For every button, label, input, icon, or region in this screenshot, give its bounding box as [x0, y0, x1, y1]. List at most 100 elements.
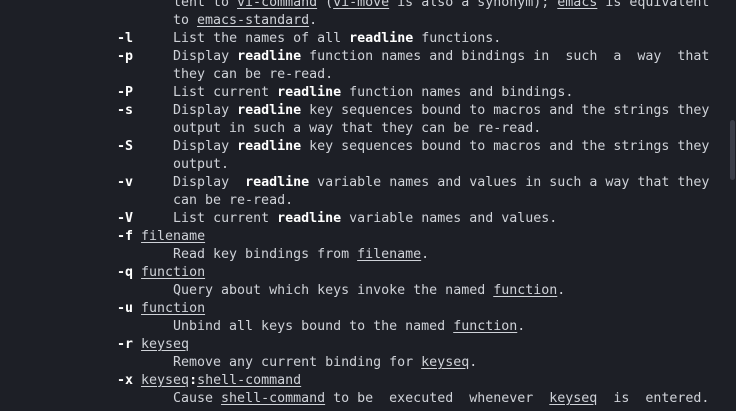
text-segment: .: [517, 319, 526, 334]
text-line: -p Display readline function names and b…: [117, 48, 709, 66]
underlined-text: vi-move: [333, 0, 390, 10]
text-line: -x keyseq:shell-command: [117, 372, 301, 390]
terminal-man-page: lent to vi-command (vi-move is also a sy…: [0, 0, 736, 411]
bold-text: -S: [117, 139, 134, 154]
underlined-text: emacs-standard: [197, 13, 310, 28]
text-segment: .: [557, 283, 566, 298]
bold-text: readline: [277, 211, 342, 226]
underlined-text: keyseq: [421, 355, 470, 370]
text-segment: lent to: [173, 0, 238, 10]
underlined-text: emacs: [557, 0, 598, 10]
text-segment: .: [309, 13, 318, 28]
text-segment: functions.: [413, 31, 502, 46]
bold-text: -v: [117, 175, 134, 190]
text-segment: is entered.: [597, 391, 710, 406]
underlined-text: keyseq: [141, 337, 190, 352]
bold-text: -f: [117, 229, 134, 244]
text-line: -q function: [117, 264, 205, 282]
bold-text: -u: [117, 301, 134, 316]
text-segment: key sequences bound to macros and the st…: [301, 103, 710, 118]
text-line: output.: [173, 156, 229, 174]
underlined-text: shell-command: [197, 373, 302, 388]
bold-text: -s: [117, 103, 134, 118]
text-segment: List current: [133, 85, 278, 100]
bold-text: readline: [245, 175, 310, 190]
text-segment: Remove any current binding for: [173, 355, 422, 370]
text-segment: output.: [173, 157, 230, 172]
text-segment: can be re-read.: [173, 193, 294, 208]
text-segment: function names and bindings in such a wa…: [301, 49, 710, 64]
text-line: -P List current readline function names …: [117, 84, 573, 102]
text-segment: output in such a way that they can be re…: [173, 121, 542, 136]
text-line: -S Display readline key sequences bound …: [117, 138, 709, 156]
bold-text: -x: [117, 373, 134, 388]
text-segment: is also a synonym);: [389, 0, 558, 10]
text-segment: variable names and values in such a way …: [309, 175, 710, 190]
text-segment: .: [469, 355, 478, 370]
underlined-text: shell-command: [221, 391, 326, 406]
underlined-text: filename: [357, 247, 422, 262]
bold-text: :: [189, 373, 198, 388]
text-line: -s Display readline key sequences bound …: [117, 102, 709, 120]
text-line: Unbind all keys bound to the named funct…: [173, 318, 525, 336]
text-segment: to be executed whenever: [325, 391, 550, 406]
text-segment: .: [421, 247, 430, 262]
text-segment: [133, 229, 141, 244]
text-line: -l List the names of all readline functi…: [117, 30, 501, 48]
text-segment: Display: [133, 103, 238, 118]
underlined-text: function: [493, 283, 558, 298]
underlined-text: function: [141, 265, 206, 280]
bold-text: -q: [117, 265, 134, 280]
text-segment: to: [173, 13, 198, 28]
text-segment: Display: [133, 139, 238, 154]
bold-text: -p: [117, 49, 134, 64]
text-segment: [133, 337, 141, 352]
bold-text: readline: [277, 85, 342, 100]
bold-text: -r: [117, 337, 134, 352]
underlined-text: filename: [141, 229, 206, 244]
bold-text: -P: [117, 85, 134, 100]
text-segment: Display: [133, 49, 238, 64]
text-segment: Read key bindings from: [173, 247, 358, 262]
text-segment: Unbind all keys bound to the named: [173, 319, 454, 334]
text-segment: function names and bindings.: [341, 85, 574, 100]
text-segment: Cause: [173, 391, 222, 406]
text-segment: is equivalent: [597, 0, 710, 10]
underlined-text: keyseq: [141, 373, 190, 388]
text-line: Read key bindings from filename.: [173, 246, 429, 264]
text-segment: [133, 373, 141, 388]
underlined-text: function: [453, 319, 518, 334]
text-line: lent to vi-command (vi-move is also a sy…: [173, 0, 709, 12]
text-segment: variable names and values.: [341, 211, 558, 226]
text-line: Query about which keys invoke the named …: [173, 282, 565, 300]
underlined-text: keyseq: [549, 391, 598, 406]
underlined-text: vi-command: [237, 0, 318, 10]
bold-text: readline: [349, 31, 414, 46]
bold-text: -V: [117, 211, 134, 226]
text-segment: [133, 301, 141, 316]
text-line: -v Display readline variable names and v…: [117, 174, 709, 192]
text-line: to emacs-standard.: [173, 12, 317, 30]
text-line: output in such a way that they can be re…: [173, 120, 541, 138]
text-segment: they can be re-read.: [173, 67, 334, 82]
text-line: can be re-read.: [173, 192, 293, 210]
bold-text: readline: [237, 49, 302, 64]
text-line: -r keyseq: [117, 336, 189, 354]
bold-text: readline: [237, 139, 302, 154]
text-line: Cause shell-command to be executed whene…: [173, 390, 709, 408]
text-segment: Display: [133, 175, 246, 190]
underlined-text: function: [141, 301, 206, 316]
scrollbar[interactable]: [728, 0, 736, 411]
text-segment: [133, 265, 141, 280]
scrollbar-thumb[interactable]: [730, 120, 735, 180]
text-segment: Query about which keys invoke the named: [173, 283, 494, 298]
bold-text: -l: [117, 31, 134, 46]
text-segment: List current: [133, 211, 278, 226]
text-segment: key sequences bound to macros and the st…: [301, 139, 710, 154]
text-segment: List the names of all: [133, 31, 350, 46]
text-line: -u function: [117, 300, 205, 318]
bold-text: readline: [237, 103, 302, 118]
text-line: -V List current readline variable names …: [117, 210, 557, 228]
text-line: they can be re-read.: [173, 66, 333, 84]
text-line: Remove any current binding for keyseq.: [173, 354, 477, 372]
